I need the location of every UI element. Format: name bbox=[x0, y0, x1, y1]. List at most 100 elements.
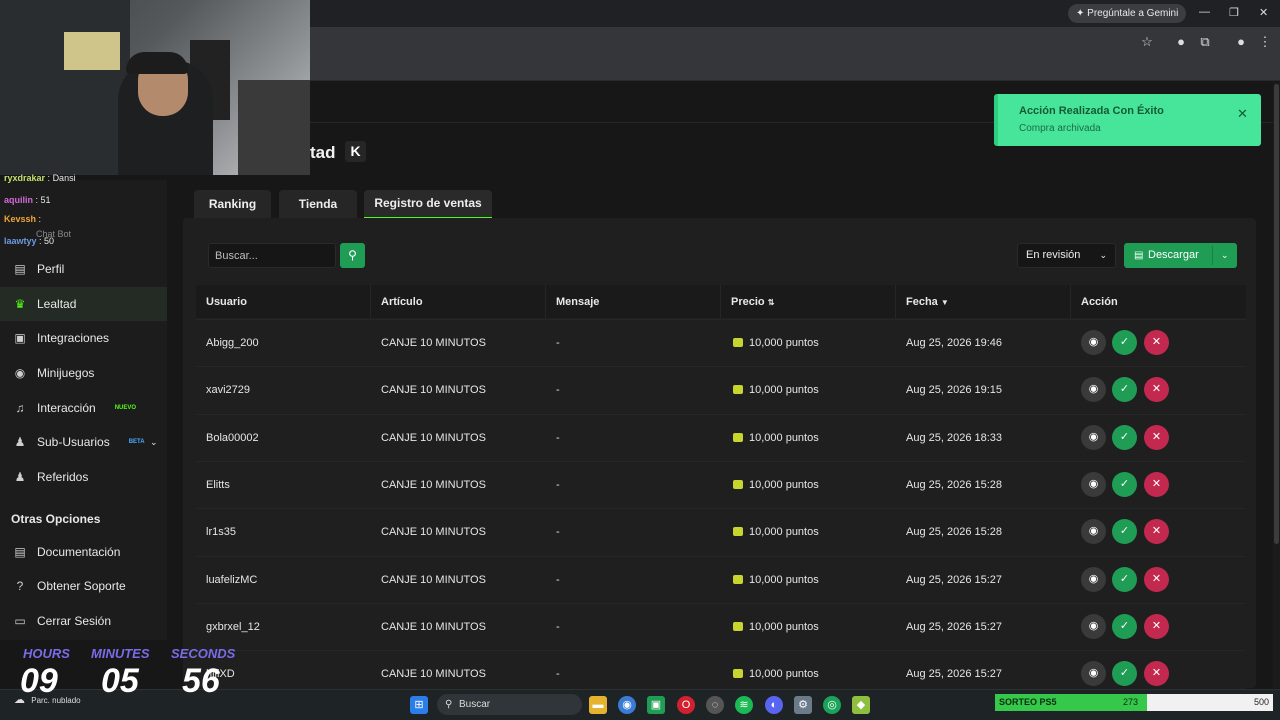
timer-seconds: 56 bbox=[182, 662, 220, 700]
tab-registro-de-ventas[interactable]: Registro de ventas bbox=[364, 190, 492, 219]
obs-icon[interactable]: ◌ bbox=[706, 696, 724, 714]
tab-ranking[interactable]: Ranking bbox=[194, 190, 271, 219]
scrollbar[interactable] bbox=[1273, 82, 1280, 688]
menu-dots-icon[interactable]: ⋮ bbox=[1257, 34, 1273, 50]
opera-icon[interactable]: O bbox=[677, 696, 695, 714]
sidebar-item-documentacion[interactable]: ▤ Documentación bbox=[0, 535, 167, 569]
puzzle-icon[interactable]: ⧉ bbox=[1197, 34, 1213, 50]
bookmark-star-icon[interactable]: ☆ bbox=[1139, 34, 1155, 50]
reject-button[interactable]: ✕ bbox=[1144, 472, 1169, 497]
settings-icon[interactable]: ⚙ bbox=[794, 696, 812, 714]
scrollbar-thumb[interactable] bbox=[1274, 84, 1279, 544]
search-button[interactable]: ⚲ bbox=[340, 243, 365, 268]
taskbar-search[interactable]: ⚲ Buscar bbox=[437, 694, 582, 715]
chat-message: aquilin : 51 bbox=[4, 195, 51, 205]
chevron-down-icon[interactable]: ⌄ bbox=[1221, 243, 1229, 268]
approve-button[interactable]: ✓ bbox=[1112, 330, 1137, 355]
view-button[interactable]: ◉ bbox=[1081, 330, 1106, 355]
gemini-button[interactable]: ✦ Pregúntale a Gemini bbox=[1068, 4, 1187, 23]
table-row: xavi2729 CANJE 10 MINUTOS - 10,000 puntos Au… bbox=[196, 366, 1246, 413]
reject-button[interactable]: ✕ bbox=[1144, 661, 1169, 686]
eye-icon: ◉ bbox=[1088, 431, 1099, 443]
price-value: 10,000 puntos bbox=[749, 621, 819, 633]
plug-icon: ▣ bbox=[14, 331, 26, 345]
coins-icon bbox=[733, 338, 743, 347]
x-icon: ✕ bbox=[1151, 431, 1162, 443]
approve-button[interactable]: ✓ bbox=[1112, 377, 1137, 402]
timer-seconds-label: SECONDS bbox=[171, 646, 236, 661]
column-header-precio[interactable]: Precio ⇅ bbox=[731, 296, 774, 308]
view-button[interactable]: ◉ bbox=[1081, 425, 1106, 450]
reject-button[interactable]: ✕ bbox=[1144, 519, 1169, 544]
cell-precio: 10,000 puntos bbox=[733, 526, 819, 538]
close-icon[interactable]: ✕ bbox=[1237, 106, 1248, 122]
status-select[interactable]: En revisión ⌄ bbox=[1017, 243, 1116, 268]
sidebar-item-soporte[interactable]: ? Obtener Soporte bbox=[0, 569, 167, 603]
sidebar-item-perfil[interactable]: ▤ Perfil bbox=[0, 252, 167, 286]
view-button[interactable]: ◉ bbox=[1081, 519, 1106, 544]
approve-button[interactable]: ✓ bbox=[1112, 519, 1137, 544]
approve-button[interactable]: ✓ bbox=[1112, 614, 1137, 639]
minecraft-icon[interactable]: ▣ bbox=[647, 696, 665, 714]
close-window-icon[interactable]: ✕ bbox=[1259, 6, 1268, 19]
minimize-icon[interactable]: — bbox=[1199, 6, 1210, 18]
view-button[interactable]: ◉ bbox=[1081, 567, 1106, 592]
sidebar-item-label: Lealtad bbox=[37, 297, 77, 311]
sidebar-item-minijuegos[interactable]: ◉ Minijuegos bbox=[0, 356, 167, 390]
webcam-wall bbox=[0, 0, 130, 175]
download-button[interactable]: ▤ Descargar ⌄ bbox=[1124, 243, 1237, 268]
sidebar-item-sub-usuarios[interactable]: ♟ Sub-Usuarios BETA ⌄ bbox=[0, 425, 167, 459]
view-button[interactable]: ◉ bbox=[1081, 377, 1106, 402]
chat-user: Kevssh bbox=[4, 214, 37, 224]
check-icon: ✓ bbox=[1119, 667, 1130, 679]
spotify-icon[interactable]: ≋ bbox=[735, 696, 753, 714]
reject-button[interactable]: ✕ bbox=[1144, 425, 1169, 450]
coins-icon bbox=[733, 527, 743, 536]
download-split-divider bbox=[1212, 246, 1213, 265]
price-value: 10,000 puntos bbox=[749, 668, 819, 680]
sidebar-item-label: Cerrar Sesión bbox=[37, 614, 112, 628]
profile-icon[interactable]: ● bbox=[1233, 34, 1249, 50]
sidebar-item-interaccion[interactable]: ♫ Interacción NUEVO bbox=[0, 391, 167, 425]
sidebar-item-integraciones[interactable]: ▣ Integraciones bbox=[0, 321, 167, 355]
price-value: 10,000 puntos bbox=[749, 432, 819, 444]
view-button[interactable]: ◉ bbox=[1081, 661, 1106, 686]
cell-fecha: Aug 25, 2026 15:27 bbox=[906, 574, 1003, 586]
sort-down-icon: ▼ bbox=[940, 298, 949, 307]
cell-precio: 10,000 puntos bbox=[733, 432, 819, 444]
document-icon: ▤ bbox=[14, 545, 26, 559]
approve-button[interactable]: ✓ bbox=[1112, 567, 1137, 592]
sidebar-item-lealtad[interactable]: ♛ Lealtad bbox=[0, 287, 167, 321]
discord-icon[interactable]: ◐ bbox=[765, 696, 783, 714]
approve-button[interactable]: ✓ bbox=[1112, 472, 1137, 497]
restore-icon[interactable]: ❐ bbox=[1229, 6, 1239, 19]
chrome-icon[interactable]: ◉ bbox=[618, 696, 636, 714]
cell-usuario: gxbrxel_12 bbox=[206, 621, 260, 633]
cell-articulo: CANJE 10 MINUTOS bbox=[381, 479, 486, 491]
windows-start-icon[interactable]: ⊞ bbox=[410, 696, 428, 714]
sidebar-item-referidos[interactable]: ♟ Referidos bbox=[0, 460, 167, 494]
view-button[interactable]: ◉ bbox=[1081, 472, 1106, 497]
reject-button[interactable]: ✕ bbox=[1144, 377, 1169, 402]
view-button[interactable]: ◉ bbox=[1081, 614, 1106, 639]
reject-button[interactable]: ✕ bbox=[1144, 330, 1169, 355]
coins-icon bbox=[733, 385, 743, 394]
app-icon[interactable]: ◎ bbox=[823, 696, 841, 714]
sidebar-item-cerrar-sesion[interactable]: ▭ Cerrar Sesión bbox=[0, 604, 167, 638]
approve-button[interactable]: ✓ bbox=[1112, 425, 1137, 450]
reject-button[interactable]: ✕ bbox=[1144, 614, 1169, 639]
extension-icon[interactable]: ● bbox=[1173, 34, 1189, 50]
reject-button[interactable]: ✕ bbox=[1144, 567, 1169, 592]
file-explorer-icon[interactable]: ▬ bbox=[589, 696, 607, 714]
column-header-fecha[interactable]: Fecha ▼ bbox=[906, 296, 949, 308]
cell-articulo: CANJE 10 MINUTOS bbox=[381, 526, 486, 538]
tab-tienda[interactable]: Tienda bbox=[279, 190, 357, 219]
chat-user: aquilin bbox=[4, 195, 33, 205]
search-input[interactable] bbox=[208, 243, 336, 268]
timer-hours: 09 bbox=[20, 662, 58, 700]
approve-button[interactable]: ✓ bbox=[1112, 661, 1137, 686]
chat-message: laawtyy : 50 bbox=[4, 236, 55, 246]
trophy-icon: ♛ bbox=[14, 297, 26, 311]
app-icon[interactable]: ◆ bbox=[852, 696, 870, 714]
chat-user: laawtyy bbox=[4, 236, 37, 246]
